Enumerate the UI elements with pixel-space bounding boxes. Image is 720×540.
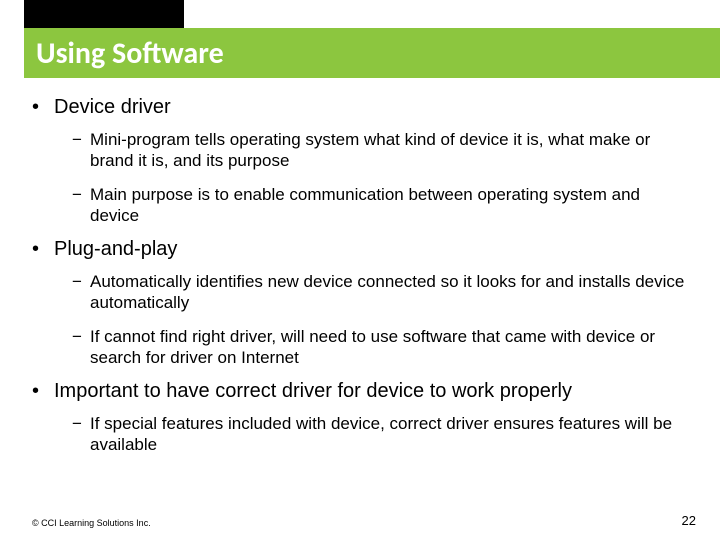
sub-bullet-text: If special features included with device…	[90, 413, 688, 456]
slide-content: • Device driver − Mini-program tells ope…	[0, 78, 720, 456]
bullet-plug-and-play: • Plug-and-play	[32, 238, 688, 261]
sub-bullet: − If special features included with devi…	[72, 413, 688, 456]
bullet-correct-driver: • Important to have correct driver for d…	[32, 380, 688, 403]
bullet-dot-icon: •	[32, 96, 54, 119]
sub-bullet: − If cannot find right driver, will need…	[72, 326, 688, 369]
bullet-text: Device driver	[54, 96, 171, 119]
bullet-device-driver: • Device driver	[32, 96, 688, 119]
sub-bullet: − Main purpose is to enable communicatio…	[72, 184, 688, 227]
bullet-text: Plug-and-play	[54, 238, 177, 261]
bullet-dash-icon: −	[72, 129, 90, 172]
sub-bullet-text: Main purpose is to enable communication …	[90, 184, 688, 227]
black-decoration	[24, 0, 184, 28]
sub-bullet-text: Mini-program tells operating system what…	[90, 129, 688, 172]
sub-bullet: − Automatically identifies new device co…	[72, 271, 688, 314]
title-bar: Using Software	[24, 28, 720, 78]
sub-bullet: − Mini-program tells operating system wh…	[72, 129, 688, 172]
bullet-dot-icon: •	[32, 380, 54, 403]
slide-footer: © CCI Learning Solutions Inc. 22	[32, 513, 696, 528]
slide-title: Using Software	[36, 35, 224, 72]
title-header: Using Software	[0, 0, 720, 78]
bullet-dash-icon: −	[72, 413, 90, 456]
bullet-dash-icon: −	[72, 271, 90, 314]
copyright-text: © CCI Learning Solutions Inc.	[32, 518, 151, 528]
bullet-dot-icon: •	[32, 238, 54, 261]
bullet-dash-icon: −	[72, 326, 90, 369]
sub-bullet-text: If cannot find right driver, will need t…	[90, 326, 688, 369]
bullet-text: Important to have correct driver for dev…	[54, 380, 572, 403]
bullet-dash-icon: −	[72, 184, 90, 227]
sub-bullet-text: Automatically identifies new device conn…	[90, 271, 688, 314]
page-number: 22	[682, 513, 696, 528]
